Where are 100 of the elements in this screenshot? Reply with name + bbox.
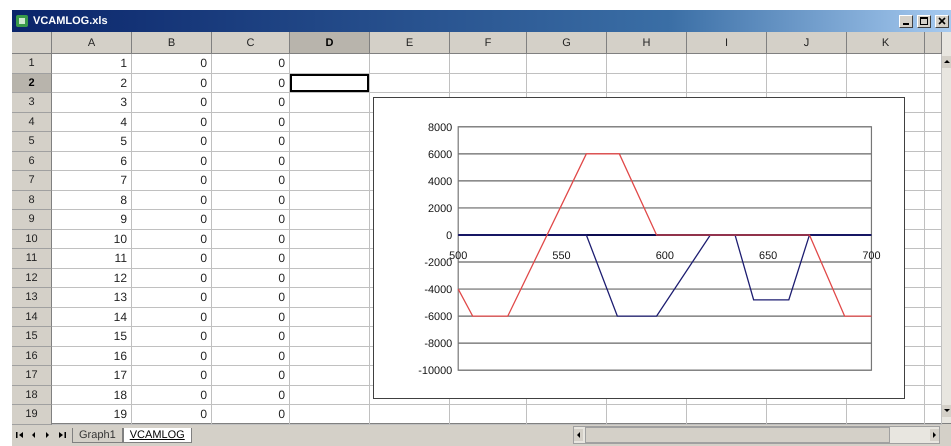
table-cell: 0 xyxy=(212,112,290,132)
table-cell: 12 xyxy=(52,268,132,288)
scroll-left-icon[interactable] xyxy=(574,431,582,439)
table-cell: 0 xyxy=(132,327,212,346)
row-header[interactable]: 4 xyxy=(12,112,52,132)
table-cell: 0 xyxy=(132,386,212,405)
table-cell: 0 xyxy=(212,171,290,190)
y-tick-label: 4000 xyxy=(428,176,452,188)
table-cell: 6 xyxy=(52,152,132,171)
table-cell: 0 xyxy=(212,346,290,366)
sheet-tab[interactable]: VCAMLOG xyxy=(122,428,192,442)
select-all-corner[interactable] xyxy=(12,32,52,54)
y-tick-label: -4000 xyxy=(424,284,452,296)
maximize-icon xyxy=(920,17,928,25)
row-header[interactable]: 14 xyxy=(12,308,52,327)
row-header[interactable]: 5 xyxy=(12,132,52,152)
x-tick-label: 600 xyxy=(656,250,674,262)
table-cell: 15 xyxy=(52,327,132,346)
row-header[interactable]: 19 xyxy=(12,405,52,424)
table-cell: 0 xyxy=(132,112,212,132)
table-cell: 0 xyxy=(212,152,290,171)
row-header[interactable]: 6 xyxy=(12,152,52,171)
table-cell: 4 xyxy=(52,112,132,132)
row-header[interactable]: 8 xyxy=(12,190,52,210)
column-header[interactable]: I xyxy=(687,32,767,54)
y-tick-label: -6000 xyxy=(424,311,452,324)
row-header[interactable]: 2 xyxy=(12,74,52,93)
table-cell: 0 xyxy=(212,308,290,327)
table-cell: 10 xyxy=(52,230,132,249)
table-cell: 0 xyxy=(132,249,212,268)
y-tick-label: -10000 xyxy=(418,365,452,378)
row-header[interactable]: 13 xyxy=(12,288,52,308)
row-header[interactable]: 12 xyxy=(12,268,52,288)
table-cell: 0 xyxy=(212,249,290,268)
column-header[interactable]: C xyxy=(212,32,290,54)
y-tick-label: 8000 xyxy=(428,122,452,134)
close-icon xyxy=(938,17,946,25)
x-tick-label: 650 xyxy=(759,250,778,262)
column-header[interactable]: H xyxy=(607,32,687,54)
row-header[interactable]: 16 xyxy=(12,346,52,366)
table-cell: 7 xyxy=(52,171,132,190)
y-tick-label: -8000 xyxy=(424,338,452,350)
column-header[interactable]: D xyxy=(290,32,370,54)
vertical-scrollbar[interactable] xyxy=(942,32,951,423)
table-cell: 5 xyxy=(52,132,132,152)
table-cell: 1 xyxy=(52,54,132,74)
next-sheet-icon[interactable] xyxy=(44,431,52,439)
row-header[interactable]: 17 xyxy=(12,366,52,386)
x-tick-label: 550 xyxy=(552,250,571,262)
table-cell: 0 xyxy=(212,230,290,249)
row-header[interactable]: 15 xyxy=(12,327,52,346)
y-tick-label: 6000 xyxy=(428,148,452,161)
table-cell: 13 xyxy=(52,288,132,308)
row-header[interactable]: 3 xyxy=(12,93,52,112)
column-header[interactable]: J xyxy=(767,32,847,54)
last-sheet-icon[interactable] xyxy=(58,431,66,439)
table-cell: 0 xyxy=(132,171,212,190)
table-cell: 0 xyxy=(212,366,290,386)
window-title: VCAMLOG.xls xyxy=(33,15,109,27)
row-header[interactable]: 11 xyxy=(12,249,52,268)
column-header[interactable]: G xyxy=(527,32,607,54)
close-button[interactable] xyxy=(935,14,949,28)
table-cell: 0 xyxy=(212,74,290,93)
column-header[interactable]: F xyxy=(450,32,527,54)
table-cell: 14 xyxy=(52,308,132,327)
maximize-button[interactable] xyxy=(917,14,931,28)
scroll-up-icon[interactable] xyxy=(942,58,950,66)
scroll-down-icon[interactable] xyxy=(942,407,950,415)
table-cell: 0 xyxy=(132,190,212,210)
row-header[interactable]: 18 xyxy=(12,386,52,405)
row-header[interactable]: 10 xyxy=(12,230,52,249)
y-tick-label: 2000 xyxy=(428,202,452,215)
table-cell: 0 xyxy=(212,327,290,346)
scroll-thumb[interactable] xyxy=(585,427,890,443)
row-header[interactable]: 7 xyxy=(12,171,52,190)
minimize-button[interactable] xyxy=(899,14,913,28)
column-header[interactable]: A xyxy=(52,32,132,54)
sheet-tab[interactable]: Graph1 xyxy=(72,428,123,442)
table-cell: 0 xyxy=(132,74,212,93)
horizontal-scrollbar[interactable] xyxy=(573,426,940,444)
column-header[interactable]: E xyxy=(370,32,450,54)
table-cell: 0 xyxy=(132,152,212,171)
table-cell: 11 xyxy=(52,249,132,268)
column-header[interactable]: K xyxy=(847,32,925,54)
table-cell: 9 xyxy=(52,210,132,230)
table-cell: 0 xyxy=(212,190,290,210)
scroll-right-icon[interactable] xyxy=(930,431,938,439)
table-cell: 0 xyxy=(132,210,212,230)
table-cell: 0 xyxy=(212,288,290,308)
first-sheet-icon[interactable] xyxy=(16,431,24,439)
table-cell: 3 xyxy=(52,93,132,112)
table-cell: 0 xyxy=(132,346,212,366)
y-tick-label: 0 xyxy=(446,230,452,242)
row-header[interactable]: 1 xyxy=(12,54,52,74)
active-cell[interactable] xyxy=(290,74,370,93)
table-cell: 0 xyxy=(132,268,212,288)
row-header[interactable]: 9 xyxy=(12,210,52,230)
table-cell: 8 xyxy=(52,190,132,210)
column-header[interactable]: B xyxy=(132,32,212,54)
previous-sheet-icon[interactable] xyxy=(30,431,38,439)
